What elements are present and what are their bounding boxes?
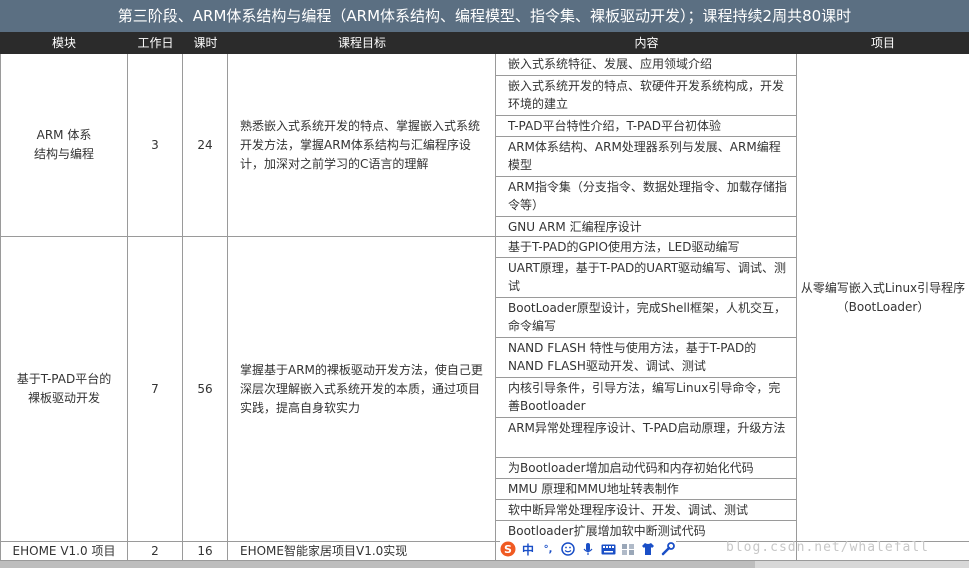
row2-content-9: 软中断异常处理程序设计、开发、调试、测试 <box>496 500 797 521</box>
row2-goal: 掌握基于ARM的裸板驱动开发方法，使自己更深层次理解嵌入式系统开发的本质，通过项… <box>228 237 496 542</box>
row2-content-7: 为Bootloader增加启动代码和内存初始化代码 <box>496 458 797 479</box>
microphone-icon[interactable] <box>580 541 596 557</box>
row1-module: ARM 体系 结构与编程 <box>0 54 128 237</box>
row1-content-4: ARM体系结构、ARM处理器系列与发展、ARM编程模型 <box>496 137 797 177</box>
emoji-icon[interactable] <box>560 541 576 557</box>
header-workdays: 工作日 <box>128 32 183 54</box>
tshirt-icon[interactable] <box>640 541 656 557</box>
row1-goal-text: 熟悉嵌入式系统开发的特点、掌握嵌入式系统开发方法，掌握ARM体系结构与汇编程序设… <box>240 118 481 171</box>
header-hours: 课时 <box>183 32 228 54</box>
tools-icon[interactable] <box>660 541 676 557</box>
header-goal: 课程目标 <box>228 32 496 54</box>
ime-toolbar[interactable]: S 中 °, <box>500 539 676 559</box>
stage-title: 第三阶段、ARM体系结构与编程（ARM体系结构、编程模型、指令集、裸板驱动开发）… <box>0 0 969 32</box>
row2-content-8: MMU 原理和MMU地址转表制作 <box>496 479 797 500</box>
row2-goal-text: 掌握基于ARM的裸板驱动开发方法，使自己更深层次理解嵌入式系统开发的本质，通过项… <box>240 362 483 415</box>
skin-icon[interactable] <box>620 541 636 557</box>
row3-workdays: 2 <box>128 542 183 561</box>
row1-hours: 24 <box>183 54 228 237</box>
header-content: 内容 <box>496 32 797 54</box>
chinese-mode-icon[interactable]: 中 <box>520 541 536 557</box>
row2-workdays: 7 <box>128 237 183 542</box>
sogou-s-icon[interactable]: S <box>500 541 516 557</box>
horizontal-scrollbar[interactable] <box>0 561 969 568</box>
row1-content-3: T-PAD平台特性介绍，T-PAD平台初体验 <box>496 116 797 137</box>
punctuation-icon[interactable]: °, <box>540 541 556 557</box>
watermark: blog.csdn.net/whalefall <box>726 540 930 555</box>
row1-content-5: ARM指令集（分支指令、数据处理指令、加载存储指令等） <box>496 177 797 217</box>
row2-content-2: UART原理，基于T-PAD的UART驱动编写、调试、测试 <box>496 258 797 298</box>
header-module: 模块 <box>0 32 128 54</box>
row2-content-3: BootLoader原型设计，完成Shell框架，人机交互，命令编写 <box>496 298 797 338</box>
svg-text:S: S <box>504 543 512 556</box>
row2-content-6: ARM异常处理程序设计、T-PAD启动原理，升级方法 <box>496 418 797 458</box>
row2-module: 基于T-PAD平台的 裸板驱动开发 <box>0 237 128 542</box>
row1-workdays: 3 <box>128 54 183 237</box>
row1-content-6: GNU ARM 汇编程序设计 <box>496 217 797 237</box>
row3-goal: EHOME智能家居项目V1.0实现 <box>228 542 496 561</box>
row1-content-1: 嵌入式系统特征、发展、应用领域介绍 <box>496 54 797 76</box>
header-project: 项目 <box>797 32 969 54</box>
row3-module: EHOME V1.0 项目 <box>0 542 128 561</box>
project-text: 从零编写嵌入式Linux引导程序 （BootLoader） <box>800 280 966 314</box>
row2-content-5: 内核引导条件，引导方法，编写Linux引导命令，完善Bootloader <box>496 378 797 418</box>
row1-goal: 熟悉嵌入式系统开发的特点、掌握嵌入式系统开发方法，掌握ARM体系结构与汇编程序设… <box>228 54 496 237</box>
project-cell: 从零编写嵌入式Linux引导程序 （BootLoader） <box>797 54 969 542</box>
row1-content-2: 嵌入式系统开发的特点、软硬件开发系统构成，开发环境的建立 <box>496 76 797 116</box>
row3-hours: 16 <box>183 542 228 561</box>
row2-content-4: NAND FLASH 特性与使用方法，基于T-PAD的NAND FLASH驱动开… <box>496 338 797 378</box>
row2-content-1: 基于T-PAD的GPIO使用方法，LED驱动编写 <box>496 237 797 258</box>
row2-hours: 56 <box>183 237 228 542</box>
keyboard-icon[interactable] <box>600 541 616 557</box>
scrollbar-thumb[interactable] <box>0 561 755 568</box>
